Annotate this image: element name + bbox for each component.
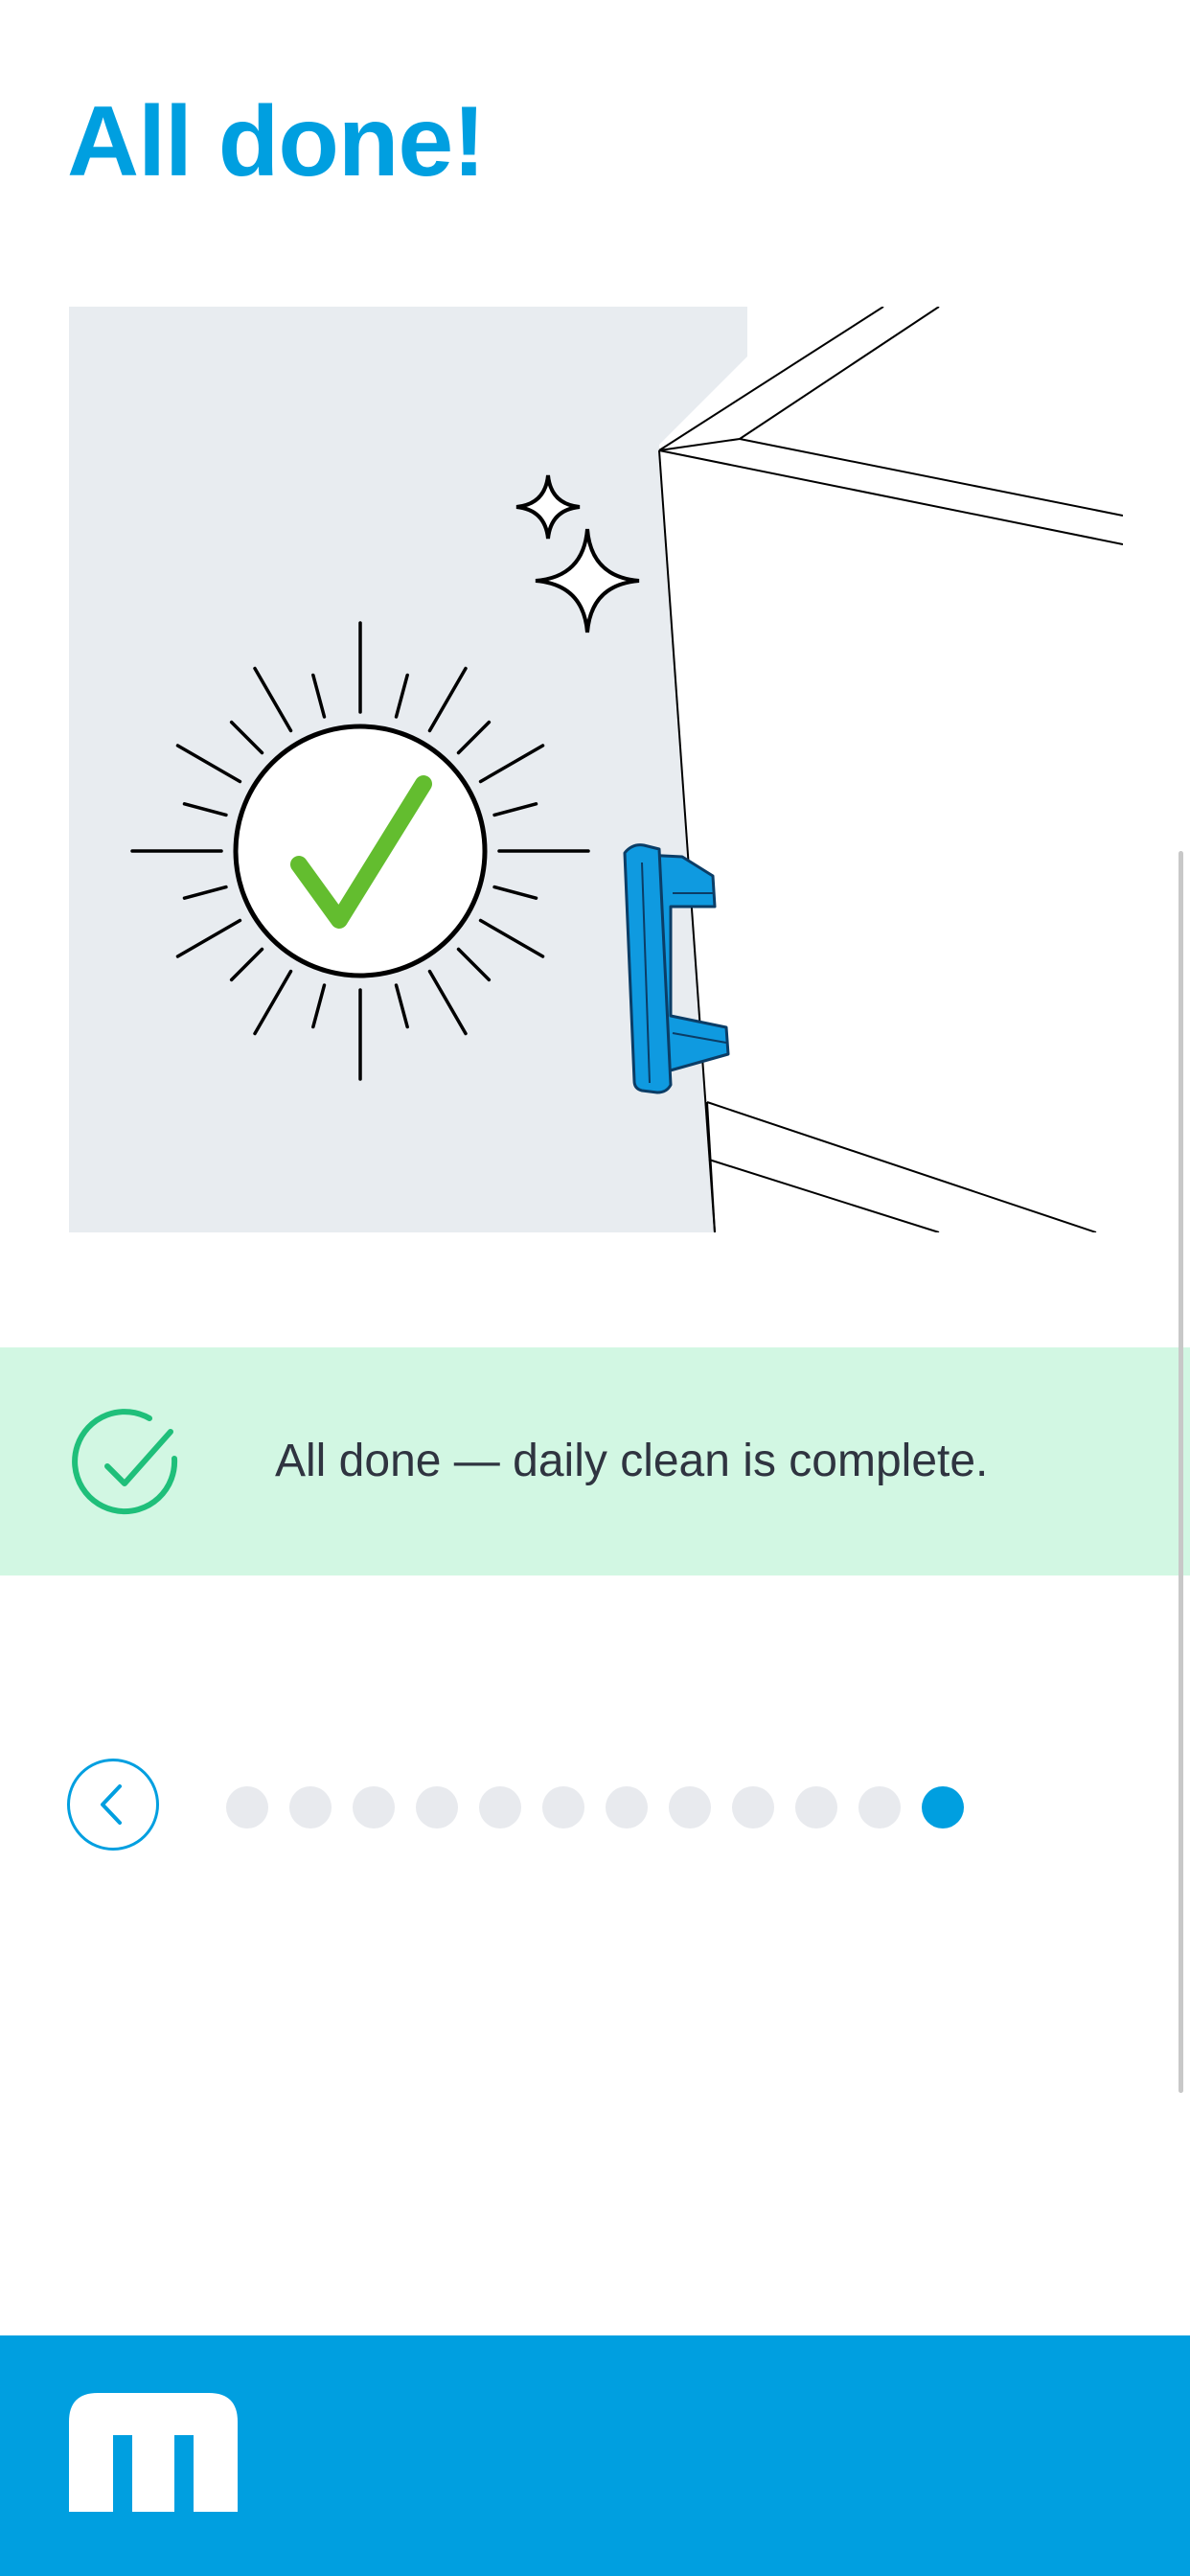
m-logo-icon [69,2393,238,2512]
check-circle-icon [72,1409,178,1515]
step-dot[interactable] [479,1786,521,1828]
back-button[interactable] [67,1759,159,1851]
chevron-left-icon [101,1784,122,1825]
step-dot[interactable] [289,1786,332,1828]
step-dot[interactable] [226,1786,268,1828]
step-dot[interactable] [922,1786,964,1828]
step-pager [0,1754,1190,1859]
step-dot[interactable] [353,1786,395,1828]
step-dot[interactable] [858,1786,901,1828]
step-dot[interactable] [606,1786,648,1828]
step-dot[interactable] [795,1786,837,1828]
footer-bar [0,2335,1190,2576]
completion-banner: All done — daily clean is complete. [0,1347,1190,1576]
page-title: All done! [67,86,486,197]
check-sun-and-door-icon [69,307,1123,1232]
step-dot[interactable] [732,1786,774,1828]
step-dot[interactable] [542,1786,584,1828]
step-dot[interactable] [416,1786,458,1828]
banner-message: All done — daily clean is complete. [275,1436,989,1486]
step-dot[interactable] [669,1786,711,1828]
scrollbar[interactable] [1179,851,1183,2093]
